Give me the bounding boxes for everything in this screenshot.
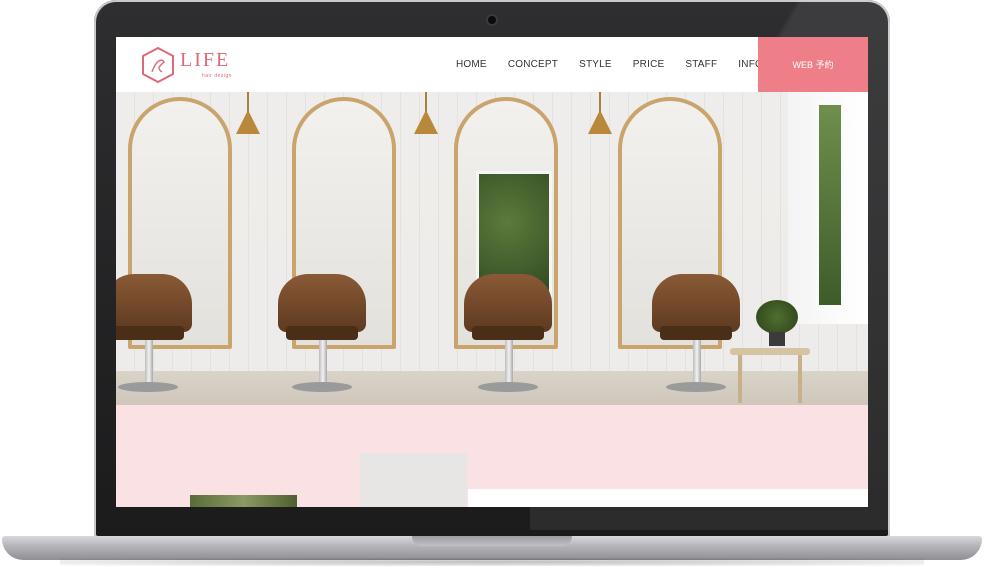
potted-plant: [756, 300, 798, 348]
salon-chair-2: [276, 274, 368, 404]
web-reserve-button[interactable]: WEB 予約: [758, 37, 868, 92]
salon-window: [788, 92, 868, 324]
section-gray-card: [360, 453, 467, 507]
laptop-shadow: [60, 558, 924, 566]
laptop-screen: LIFE hair design HOME CONCEPT STYLE PRIC…: [116, 37, 868, 507]
webcam-icon: [488, 16, 496, 24]
logo-title: LIFE: [180, 49, 231, 71]
main-nav: HOME CONCEPT STYLE PRICE STAFF INFO: [456, 59, 784, 70]
salon-chair-4: [650, 274, 742, 404]
nav-item-concept[interactable]: CONCEPT: [508, 59, 558, 70]
pendant-lamp-3: [588, 92, 612, 136]
section-photo-thumbnail: [190, 495, 297, 507]
salon-chair-1: [116, 274, 194, 404]
nav-item-staff[interactable]: STAFF: [685, 59, 717, 70]
nav-item-price[interactable]: PRICE: [633, 59, 665, 70]
pendant-lamp-1: [236, 92, 260, 136]
side-table: [730, 348, 810, 405]
window-pane: [816, 102, 844, 308]
hexagon-monogram-icon: [142, 46, 174, 84]
site-logo[interactable]: LIFE hair design: [140, 46, 240, 84]
hero-image-salon: [116, 92, 868, 405]
pendant-lamp-2: [414, 92, 438, 136]
site-header: LIFE hair design HOME CONCEPT STYLE PRIC…: [116, 37, 868, 92]
nav-item-style[interactable]: STYLE: [579, 59, 612, 70]
nav-item-home[interactable]: HOME: [456, 59, 487, 70]
logo-subtitle: hair design: [202, 73, 232, 79]
laptop-opening-notch: [412, 536, 572, 546]
salon-chair-3: [462, 274, 554, 404]
section-white-card: [468, 489, 868, 507]
